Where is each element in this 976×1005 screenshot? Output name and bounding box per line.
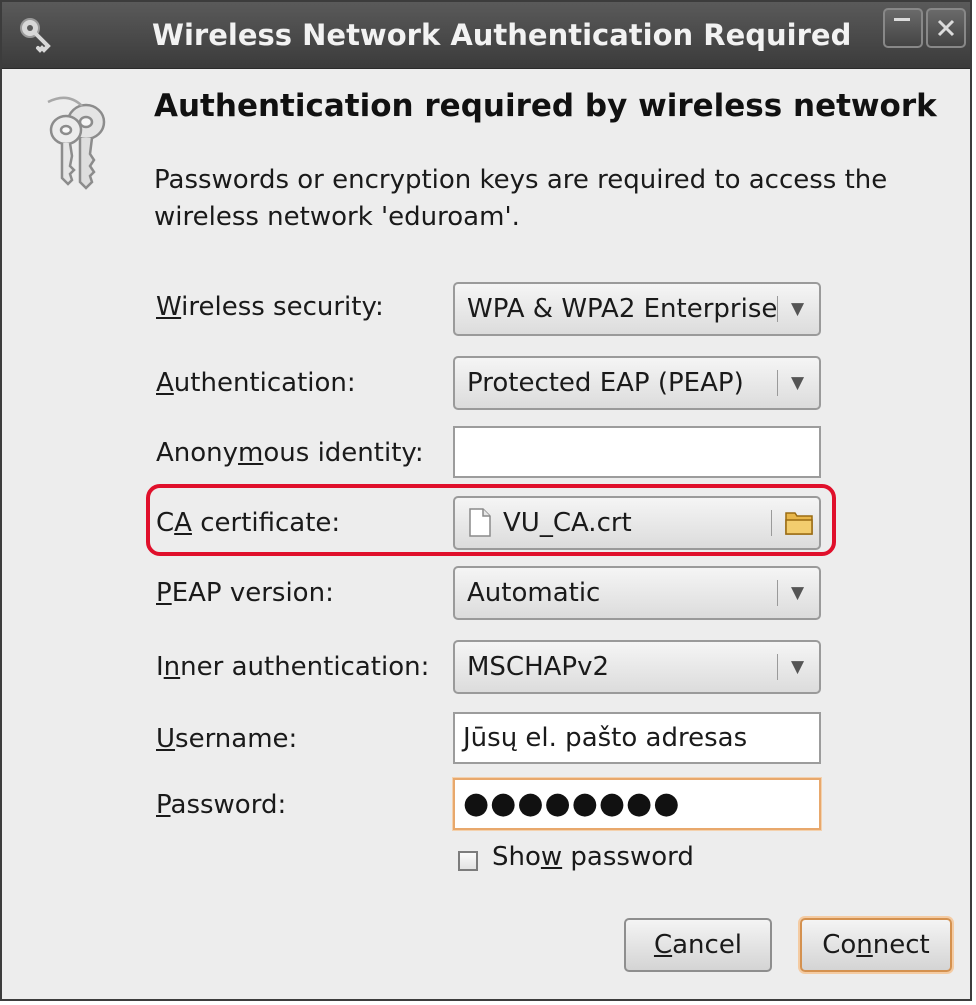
close-icon [937,19,955,37]
username-label: Username: [156,724,298,754]
ca-certificate-label: CA certificate: [156,508,341,538]
password-value: ●●●●●●●● [463,786,681,821]
combo-separator [777,296,778,322]
ca-certificate-value: VU_CA.crt [503,508,632,538]
dropdown-arrow-icon: ▼ [791,299,805,319]
wireless-security-dropdown[interactable]: WPA & WPA2 Enterprise ▼ [453,282,821,336]
dropdown-arrow-icon: ▼ [791,373,805,393]
combo-separator [777,370,778,396]
title-bar[interactable]: Wireless Network Authentication Required [2,2,970,69]
minimize-button[interactable] [883,8,923,48]
anonymous-identity-input[interactable] [453,426,821,478]
dialog-heading: Authentication required by wireless netw… [154,88,937,124]
combo-separator [771,510,772,536]
close-button[interactable] [926,8,966,48]
connect-button[interactable]: Connect [800,918,952,972]
authentication-dropdown[interactable]: Protected EAP (PEAP) ▼ [453,356,821,410]
wireless-security-label: Wireless security: [156,292,384,322]
username-input[interactable]: Jūsų el. pašto adresas [453,712,821,764]
authentication-label: Authentication: [156,368,356,398]
password-label: Password: [156,790,287,820]
folder-icon [785,512,813,535]
combo-separator [777,654,778,680]
dropdown-arrow-icon: ▼ [791,583,805,603]
keys-icon [20,18,51,53]
ca-certificate-file-chooser[interactable]: VU_CA.crt [453,496,821,550]
peap-version-value: Automatic [467,578,601,608]
inner-authentication-dropdown[interactable]: MSCHAPv2 ▼ [453,640,821,694]
authentication-value: Protected EAP (PEAP) [467,368,744,398]
inner-authentication-label: Inner authentication: [156,652,430,682]
password-input[interactable]: ●●●●●●●● [453,778,821,830]
keys-icon [47,96,106,190]
minimize-icon [894,18,910,21]
file-icon [469,508,491,537]
window-title: Wireless Network Authentication Required [152,18,852,52]
anonymous-identity-label: Anonymous identity: [156,438,424,468]
wireless-security-value: WPA & WPA2 Enterprise [467,294,778,324]
inner-authentication-value: MSCHAPv2 [467,652,610,682]
show-password-label[interactable]: Show password [492,842,694,872]
auth-dialog-window: Wireless Network Authentication Required… [0,0,972,1001]
combo-separator [777,580,778,606]
cancel-button[interactable]: Cancel [624,918,772,972]
peap-version-label: PEAP version: [156,578,334,608]
username-value: Jūsų el. pašto adresas [463,723,748,753]
dropdown-arrow-icon: ▼ [791,657,805,677]
show-password-checkbox[interactable] [458,851,478,871]
peap-version-dropdown[interactable]: Automatic ▼ [453,566,821,620]
dialog-description: Passwords or encryption keys are require… [154,165,888,232]
